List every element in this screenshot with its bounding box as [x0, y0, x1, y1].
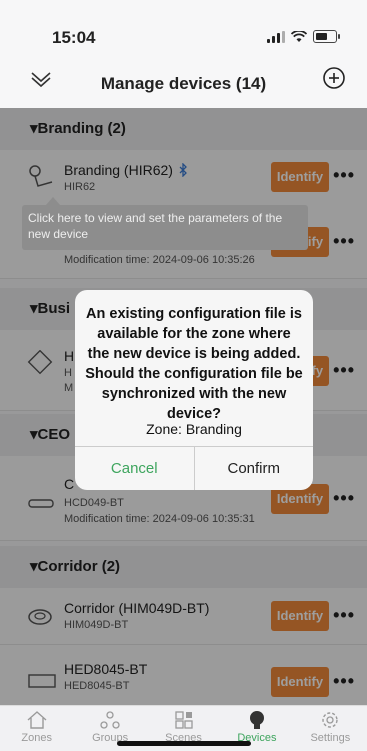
tab-label: Settings	[310, 732, 351, 744]
cancel-button[interactable]: Cancel	[75, 447, 195, 490]
groups-icon	[100, 711, 120, 729]
add-device-icon[interactable]	[321, 65, 347, 91]
status-time: 15:04	[52, 28, 96, 47]
status-bar: 15:04	[0, 0, 367, 60]
header: Manage devices (14)	[0, 60, 367, 108]
sync-config-dialog: An existing configuration file is availa…	[75, 290, 313, 490]
wifi-icon	[291, 30, 307, 42]
settings-icon	[322, 712, 339, 728]
battery-icon	[313, 30, 340, 43]
scenes-icon	[174, 711, 193, 729]
tab-zones[interactable]: Zones	[0, 706, 73, 751]
dialog-zone: Zone: Branding	[146, 421, 242, 437]
screen: 15:04 Manage devices (14) ▾Branding (2) …	[0, 0, 367, 751]
signal-icon	[267, 30, 285, 43]
home-indicator	[116, 741, 251, 746]
tab-settings[interactable]: Settings	[294, 706, 367, 751]
bulb-icon	[249, 711, 264, 729]
new-device-tooltip[interactable]: Click here to view and set the parameter…	[22, 197, 308, 250]
home-icon	[27, 711, 47, 729]
dialog-buttons: Cancel Confirm	[75, 446, 313, 490]
confirm-button[interactable]: Confirm	[195, 447, 314, 490]
page-title: Manage devices (14)	[100, 74, 267, 93]
status-icons	[267, 30, 340, 43]
dialog-message: An existing configuration file is availa…	[85, 306, 303, 422]
tab-label: Zones	[21, 732, 52, 744]
